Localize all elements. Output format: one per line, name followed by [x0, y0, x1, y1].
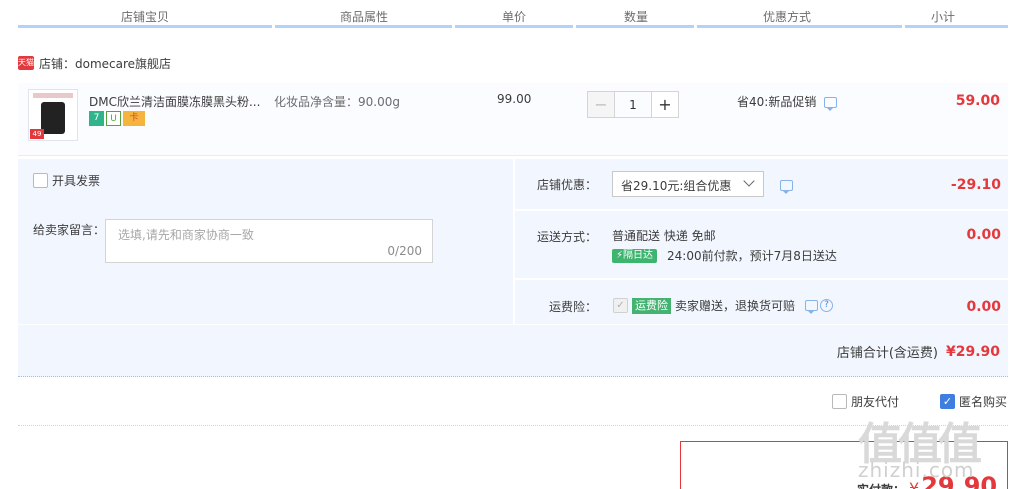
- next-day-tag: ⚡隔日达: [612, 248, 658, 263]
- insurance-option: ✓ 运费险 卖家赠送，退换货可赔 ?: [613, 297, 834, 314]
- guarantee-icon[interactable]: U: [106, 111, 121, 126]
- thumbnail-price-badge: 49: [30, 129, 44, 139]
- header-underline: [18, 25, 272, 28]
- quantity-increase-button[interactable]: +: [651, 91, 679, 118]
- insurance-amount: 0.00: [966, 299, 1001, 315]
- shipping-eta: ⚡隔日达 24:00前付款，预计7月8日送达: [612, 247, 837, 264]
- message-placeholder: 选填,请先和商家协商一致: [118, 228, 254, 242]
- invoice-option[interactable]: 开具发票: [33, 172, 100, 189]
- header-underline: [576, 25, 694, 28]
- divider: [515, 278, 1008, 280]
- header-col-qty: 数量: [624, 10, 649, 24]
- shipping-method[interactable]: 普通配送 快递 免邮: [612, 227, 716, 244]
- shipping-label: 运送方式：: [537, 230, 598, 244]
- friend-pay-checkbox[interactable]: [832, 394, 847, 409]
- quantity-input[interactable]: 1: [615, 91, 651, 118]
- watermark-site: zhizhi.com: [858, 458, 975, 482]
- insurance-checkbox: ✓: [613, 298, 628, 313]
- promo-text: 省40:新品促销: [737, 93, 838, 111]
- store-total-label: 店铺合计(含运费): [836, 346, 938, 361]
- lightning-icon: ⚡: [616, 249, 624, 261]
- product-title[interactable]: DMC欣兰清洁面膜冻膜黑头粉...: [89, 93, 267, 110]
- actual-payment-label: 实付款：: [857, 481, 905, 489]
- header-underline: [905, 25, 1008, 28]
- invoice-label: 开具发票: [52, 174, 101, 188]
- shipping-eta-note: 24:00前付款，预计7月8日送达: [667, 249, 837, 263]
- help-icon[interactable]: ?: [820, 299, 834, 312]
- insurance-chat-icon[interactable]: [805, 300, 819, 314]
- chevron-down-icon: [743, 175, 755, 187]
- header-underline: [697, 25, 902, 28]
- header-underline: [275, 25, 452, 28]
- shipping-amount: 0.00: [966, 227, 1001, 243]
- table-header: 店铺宝贝 商品属性 单价 数量 优惠方式 小计: [0, 0, 1010, 30]
- quantity-decrease-button[interactable]: −: [587, 91, 615, 118]
- store-discount-select[interactable]: 省29.10元:组合优惠: [612, 171, 764, 197]
- header-col-attr: 商品属性: [340, 10, 389, 24]
- anonymous-checkbox[interactable]: ✓: [940, 394, 955, 409]
- store-total-row: 店铺合计(含运费) ¥29.90: [18, 325, 1008, 377]
- header-col-price: 单价: [502, 10, 527, 24]
- next-day-tag-label: 隔日达: [623, 249, 654, 261]
- item-subtotal: 59.00: [955, 93, 1000, 109]
- store-discount-label: 店铺优惠：: [537, 178, 598, 192]
- order-item-row: 49 DMC欣兰清洁面膜冻膜黑头粉... 7 U 卡 化妆品净含量：90.00g…: [18, 83, 1008, 156]
- promo-chat-icon[interactable]: [824, 97, 838, 111]
- product-jar-image: [41, 102, 65, 134]
- insurance-tag: 运费险: [632, 297, 671, 314]
- store-discount-amount: -29.10: [950, 177, 1001, 193]
- service-icons: 7 U 卡: [89, 111, 147, 126]
- unit-price: 99.00: [497, 92, 532, 106]
- store-discount-selected: 省29.10元:组合优惠: [621, 179, 732, 193]
- invoice-checkbox[interactable]: [33, 173, 48, 188]
- store-name[interactable]: 店铺：domecare旗舰店: [39, 55, 171, 72]
- seven-day-return-icon[interactable]: 7: [89, 111, 104, 126]
- header-col-item: 店铺宝贝: [121, 10, 170, 24]
- quantity-stepper: − 1 +: [587, 91, 679, 118]
- store-total-amount: ¥29.90: [945, 343, 1000, 360]
- discount-chat-icon[interactable]: [780, 180, 793, 194]
- credit-card-icon[interactable]: 卡: [123, 111, 145, 126]
- message-counter: 0/200: [387, 244, 422, 258]
- product-attribute: 化妆品净含量：90.00g: [274, 95, 400, 109]
- product-thumbnail[interactable]: 49: [28, 89, 78, 141]
- store-header: 天猫 店铺：domecare旗舰店: [18, 54, 171, 72]
- header-underline: [455, 25, 573, 28]
- tmall-icon: 天猫: [18, 56, 34, 70]
- insurance-desc: 卖家赠送，退换货可赔: [675, 299, 796, 313]
- store-total: 店铺合计(含运费) ¥29.90: [836, 342, 1000, 362]
- message-label: 给卖家留言：: [33, 223, 106, 237]
- divider: [515, 209, 1008, 211]
- seller-message-field[interactable]: 选填,请先和商家协商一致 0/200: [105, 219, 433, 263]
- thumbnail-brand-strip: [33, 93, 73, 98]
- header-col-subtotal: 小计: [931, 10, 956, 24]
- promo-label: 省40:新品促销: [737, 95, 817, 109]
- insurance-label: 运费险：: [549, 300, 598, 314]
- header-col-promo: 优惠方式: [763, 10, 812, 24]
